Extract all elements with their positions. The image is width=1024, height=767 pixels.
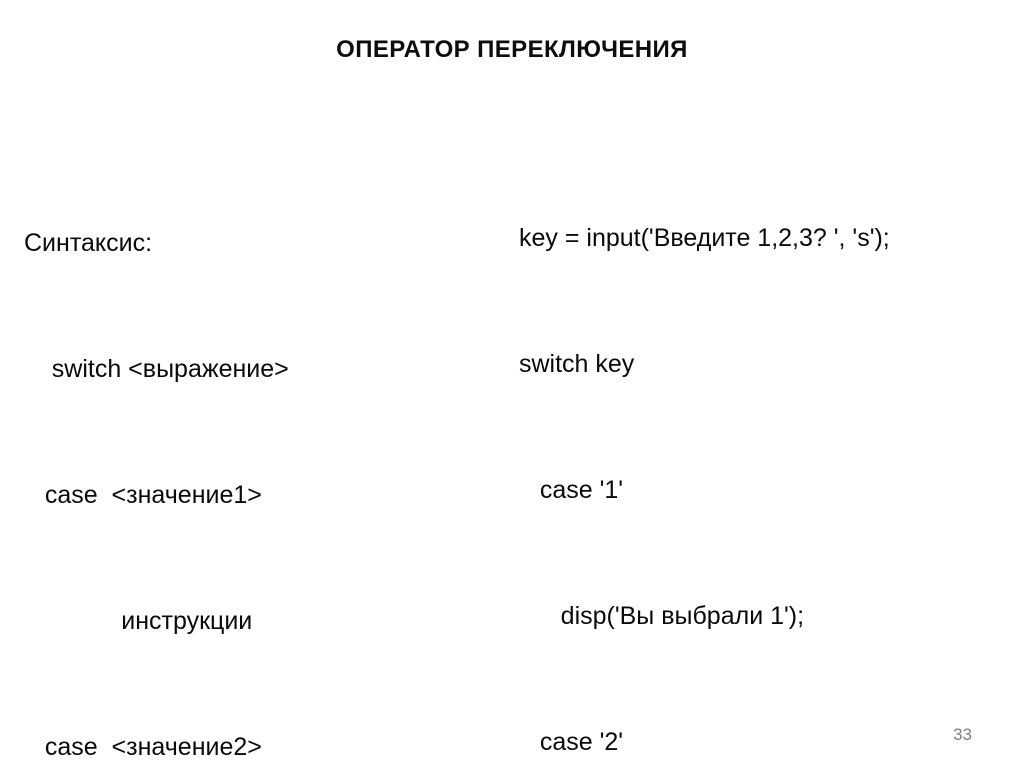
syntax-line: case <значение1> <box>24 481 262 509</box>
example-code-block: key = input('Введите 1,2,3? ', 's'); swi… <box>519 133 1019 767</box>
syntax-line: switch <выражение> <box>24 355 289 383</box>
example-line: disp('Вы выбрали 1'); <box>519 602 805 630</box>
example-line: case '1' <box>519 476 624 504</box>
syntax-code-block: Синтаксис: switch <выражение> case <знач… <box>24 138 484 767</box>
page-title: ОПЕРАТОР ПЕРЕКЛЮЧЕНИЯ <box>336 36 688 63</box>
slide-canvas: ОПЕРАТОР ПЕРЕКЛЮЧЕНИЯ Синтаксис: switch … <box>0 0 1024 767</box>
syntax-line: Синтаксис: <box>24 229 153 257</box>
example-line: switch key <box>519 350 635 378</box>
syntax-line: case <значение2> <box>24 733 262 761</box>
example-line: key = input('Введите 1,2,3? ', 's'); <box>519 224 890 252</box>
syntax-line: инструкции <box>24 607 253 635</box>
page-number: 33 <box>953 725 972 744</box>
example-line: case '2' <box>519 728 624 756</box>
